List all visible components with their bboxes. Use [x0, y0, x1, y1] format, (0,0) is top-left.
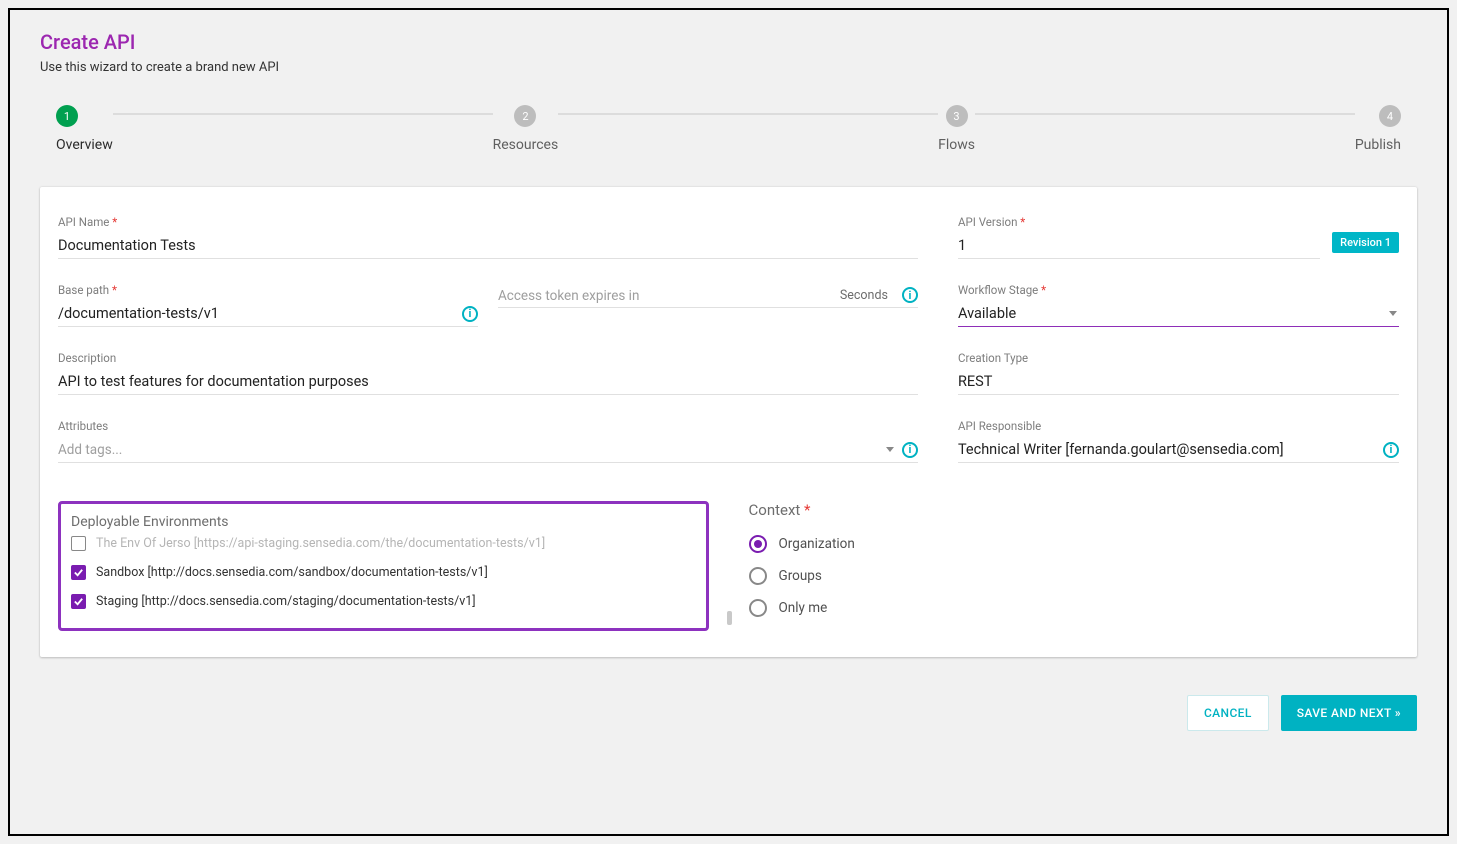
api-responsible-label: API Responsible — [958, 419, 1399, 433]
step-label-overview: Overview — [56, 137, 113, 153]
token-expires-suffix: Seconds — [840, 288, 888, 303]
step-resources[interactable]: 2 Resources — [493, 105, 559, 153]
stepper-line — [558, 113, 938, 115]
step-number-1: 1 — [56, 105, 78, 127]
revision-badge: Revision 1 — [1332, 232, 1399, 253]
workflow-stage-select[interactable]: Available — [958, 305, 1389, 322]
chevron-down-icon[interactable] — [886, 447, 894, 452]
radio-label: Organization — [779, 536, 855, 552]
creation-type-value: REST — [958, 373, 1399, 390]
context-title: Context * — [749, 501, 1400, 519]
attributes-label: Attributes — [58, 419, 918, 433]
left-column: API Name Base path i — [58, 215, 918, 471]
radio-selected[interactable] — [749, 535, 767, 553]
chevron-down-icon[interactable] — [1389, 311, 1397, 316]
page-subtitle: Use this wizard to create a brand new AP… — [40, 60, 1417, 75]
footer-actions: CANCEL SAVE AND NEXT » — [40, 695, 1417, 731]
token-expires-input[interactable] — [498, 289, 840, 303]
stepper-line — [113, 113, 493, 115]
wizard-stepper: 1 Overview 2 Resources 3 Flows 4 Publish — [40, 105, 1417, 153]
checkbox-checked[interactable] — [71, 594, 86, 609]
checkbox-unchecked[interactable] — [71, 536, 86, 551]
radio-unselected[interactable] — [749, 567, 767, 585]
creation-type-label: Creation Type — [958, 351, 1399, 365]
api-version-input[interactable] — [958, 237, 1320, 254]
step-number-3: 3 — [946, 105, 968, 127]
deployable-environments-panel: Deployable Environments The Env Of Jerso… — [58, 501, 709, 631]
page-title: Create API — [40, 30, 1417, 54]
context-panel: Context * Organization Groups Only me — [749, 501, 1400, 631]
radio-label: Only me — [779, 600, 828, 616]
info-icon[interactable]: i — [902, 442, 918, 458]
base-path-input[interactable] — [58, 305, 456, 322]
env-label: Sandbox [http://docs.sensedia.com/sandbo… — [96, 565, 696, 580]
step-label-publish: Publish — [1355, 137, 1401, 153]
context-option-groups[interactable]: Groups — [749, 567, 1400, 585]
env-row-jerso[interactable]: The Env Of Jerso [https://api-staging.se… — [71, 536, 696, 551]
description-input[interactable] — [58, 373, 918, 390]
info-icon[interactable]: i — [1383, 442, 1399, 458]
api-name-input[interactable] — [58, 237, 918, 254]
step-flows[interactable]: 3 Flows — [938, 105, 975, 153]
step-label-flows: Flows — [938, 137, 975, 153]
base-path-label: Base path — [58, 283, 478, 297]
radio-unselected[interactable] — [749, 599, 767, 617]
info-icon[interactable]: i — [902, 287, 918, 303]
deployable-environments-title: Deployable Environments — [71, 514, 696, 530]
context-option-only-me[interactable]: Only me — [749, 599, 1400, 617]
env-row-sandbox[interactable]: Sandbox [http://docs.sensedia.com/sandbo… — [71, 565, 696, 580]
cancel-button[interactable]: CANCEL — [1187, 695, 1269, 731]
right-column: API Version Revision 1 Workflow Stage Av… — [958, 215, 1399, 471]
api-version-label: API Version — [958, 215, 1320, 229]
stepper-line — [975, 113, 1355, 115]
checkbox-checked[interactable] — [71, 565, 86, 580]
workflow-stage-label: Workflow Stage — [958, 283, 1399, 297]
radio-label: Groups — [779, 568, 822, 584]
env-label: Staging [http://docs.sensedia.com/stagin… — [96, 594, 696, 609]
step-overview[interactable]: 1 Overview — [56, 105, 113, 153]
overview-card: API Name Base path i — [40, 187, 1417, 657]
context-option-organization[interactable]: Organization — [749, 535, 1400, 553]
api-responsible-input[interactable] — [958, 441, 1377, 458]
api-name-label: API Name — [58, 215, 918, 229]
step-number-4: 4 — [1379, 105, 1401, 127]
attributes-input[interactable] — [58, 441, 886, 458]
step-publish[interactable]: 4 Publish — [1355, 105, 1401, 153]
description-label: Description — [58, 351, 918, 365]
step-label-resources: Resources — [493, 137, 559, 153]
save-and-next-button[interactable]: SAVE AND NEXT » — [1281, 695, 1417, 731]
info-icon[interactable]: i — [462, 306, 478, 322]
env-label: The Env Of Jerso [https://api-staging.se… — [96, 536, 696, 551]
step-number-2: 2 — [514, 105, 536, 127]
scrollbar-thumb[interactable] — [727, 611, 732, 625]
env-row-staging[interactable]: Staging [http://docs.sensedia.com/stagin… — [71, 594, 696, 609]
